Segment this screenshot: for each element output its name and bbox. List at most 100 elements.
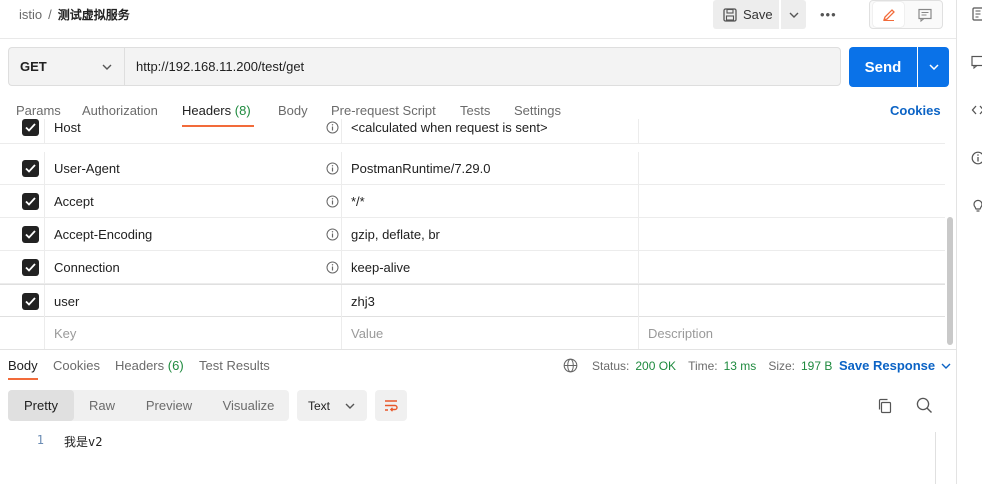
breadcrumb-current[interactable]: 测试虚拟服务 [58, 6, 130, 23]
response-divider[interactable] [0, 349, 956, 350]
save-button[interactable]: Save [713, 0, 779, 29]
tab-pre-request-script[interactable]: Pre-request Script [331, 103, 436, 118]
headers-scrollbar[interactable] [947, 217, 953, 345]
response-body-line: 1 我是v2 [30, 433, 103, 450]
status-value[interactable]: 200 OK [635, 359, 676, 373]
tab-test-results[interactable]: Test Results [199, 358, 270, 373]
comments-icon[interactable] [971, 55, 982, 69]
table-row: Host <calculated when request is sent> [0, 119, 945, 144]
cookies-link[interactable]: Cookies [890, 103, 941, 118]
column-divider [638, 185, 639, 218]
tab-response-cookies[interactable]: Cookies [53, 358, 100, 373]
chevron-down-icon [941, 363, 951, 369]
tab-response-headers[interactable]: Headers (6) [115, 358, 184, 373]
view-raw[interactable]: Raw [74, 390, 130, 421]
info-icon[interactable] [326, 195, 339, 208]
size-value[interactable]: 197 B [801, 359, 832, 373]
url-input[interactable]: http://192.168.11.200/test/get [124, 47, 841, 86]
breadcrumb-parent[interactable]: istio [19, 7, 42, 22]
header-value[interactable]: PostmanRuntime/7.29.0 [351, 152, 490, 185]
column-divider [341, 218, 342, 251]
header-value[interactable]: zhj3 [351, 285, 375, 318]
key-input[interactable]: Key [54, 317, 76, 350]
header-value[interactable]: keep-alive [351, 251, 410, 284]
tab-tests[interactable]: Tests [460, 103, 490, 118]
column-divider [341, 185, 342, 218]
format-select[interactable]: Text [297, 390, 367, 421]
search-icon[interactable] [915, 396, 934, 415]
info-icon[interactable] [326, 162, 339, 175]
header-key[interactable]: Connection [54, 251, 120, 284]
tab-body[interactable]: Body [278, 103, 308, 118]
header-key[interactable]: User-Agent [54, 152, 120, 185]
globe-icon[interactable] [563, 358, 578, 373]
copy-icon[interactable] [876, 397, 894, 415]
tab-params[interactable]: Params [16, 103, 61, 118]
header-checkbox[interactable] [22, 160, 39, 177]
view-visualize[interactable]: Visualize [208, 390, 289, 421]
header-value[interactable]: */* [351, 185, 365, 218]
header-key[interactable]: Accept-Encoding [54, 218, 152, 251]
right-sidebar [956, 0, 982, 484]
header-checkbox[interactable] [22, 293, 39, 310]
tab-response-headers-label: Headers [115, 358, 165, 373]
column-divider [341, 119, 342, 144]
view-pretty[interactable]: Pretty [8, 390, 74, 421]
chevron-down-icon [789, 12, 799, 18]
header-value[interactable]: gzip, deflate, br [351, 218, 440, 251]
info-icon[interactable] [326, 261, 339, 274]
header-value[interactable]: <calculated when request is sent> [351, 119, 548, 136]
tab-headers[interactable]: Headers (8) [182, 103, 251, 118]
table-row: User-Agent PostmanRuntime/7.29.0 [0, 152, 945, 185]
header-checkbox[interactable] [22, 119, 39, 136]
info-icon[interactable] [971, 151, 982, 165]
column-divider [44, 119, 45, 144]
view-preview[interactable]: Preview [130, 390, 208, 421]
size-label: Size: [768, 358, 795, 373]
description-input[interactable]: Description [648, 317, 713, 350]
table-row: Accept */* [0, 185, 945, 218]
line-text[interactable]: 我是v2 [64, 433, 102, 450]
table-row: Connection keep-alive [0, 251, 945, 284]
lightbulb-icon[interactable] [971, 199, 982, 213]
time-label: Time: [688, 358, 718, 373]
info-icon[interactable] [326, 121, 339, 134]
column-divider [341, 285, 342, 318]
line-number: 1 [36, 433, 44, 447]
edit-mode-button[interactable] [873, 2, 904, 27]
body-scrollbar[interactable] [935, 432, 936, 484]
breadcrumb: istio / 测试虚拟服务 [19, 6, 130, 23]
table-row: user zhj3 [0, 284, 945, 318]
more-options-button[interactable]: ••• [820, 7, 842, 22]
header-key[interactable]: Accept [54, 185, 94, 218]
column-divider [341, 317, 342, 350]
tab-authorization[interactable]: Authorization [82, 103, 158, 118]
wrap-lines-button[interactable] [375, 390, 407, 421]
format-label: Text [308, 398, 331, 413]
code-icon[interactable] [971, 103, 982, 117]
header-key[interactable]: Host [54, 119, 81, 136]
chevron-down-icon [345, 403, 355, 409]
header-checkbox[interactable] [22, 226, 39, 243]
time-value[interactable]: 13 ms [724, 359, 757, 373]
column-divider [44, 218, 45, 251]
header-key[interactable]: user [54, 285, 79, 318]
breadcrumb-separator: / [48, 7, 52, 22]
documentation-mode-button[interactable] [909, 2, 940, 27]
column-divider [341, 152, 342, 185]
header-checkbox[interactable] [22, 193, 39, 210]
info-icon[interactable] [326, 228, 339, 241]
save-response-button[interactable]: Save Response [839, 358, 951, 373]
value-input[interactable]: Value [351, 317, 383, 350]
tab-response-body[interactable]: Body [8, 358, 38, 373]
documentation-icon[interactable] [971, 7, 982, 21]
save-response-label: Save Response [839, 358, 936, 373]
column-divider [44, 285, 45, 318]
method-select[interactable]: GET [8, 47, 124, 86]
header-checkbox[interactable] [22, 259, 39, 276]
send-button[interactable]: Send [849, 47, 917, 87]
tab-settings[interactable]: Settings [514, 103, 561, 118]
column-divider [638, 152, 639, 185]
save-options-button[interactable] [781, 0, 806, 29]
send-options-button[interactable] [918, 47, 949, 87]
